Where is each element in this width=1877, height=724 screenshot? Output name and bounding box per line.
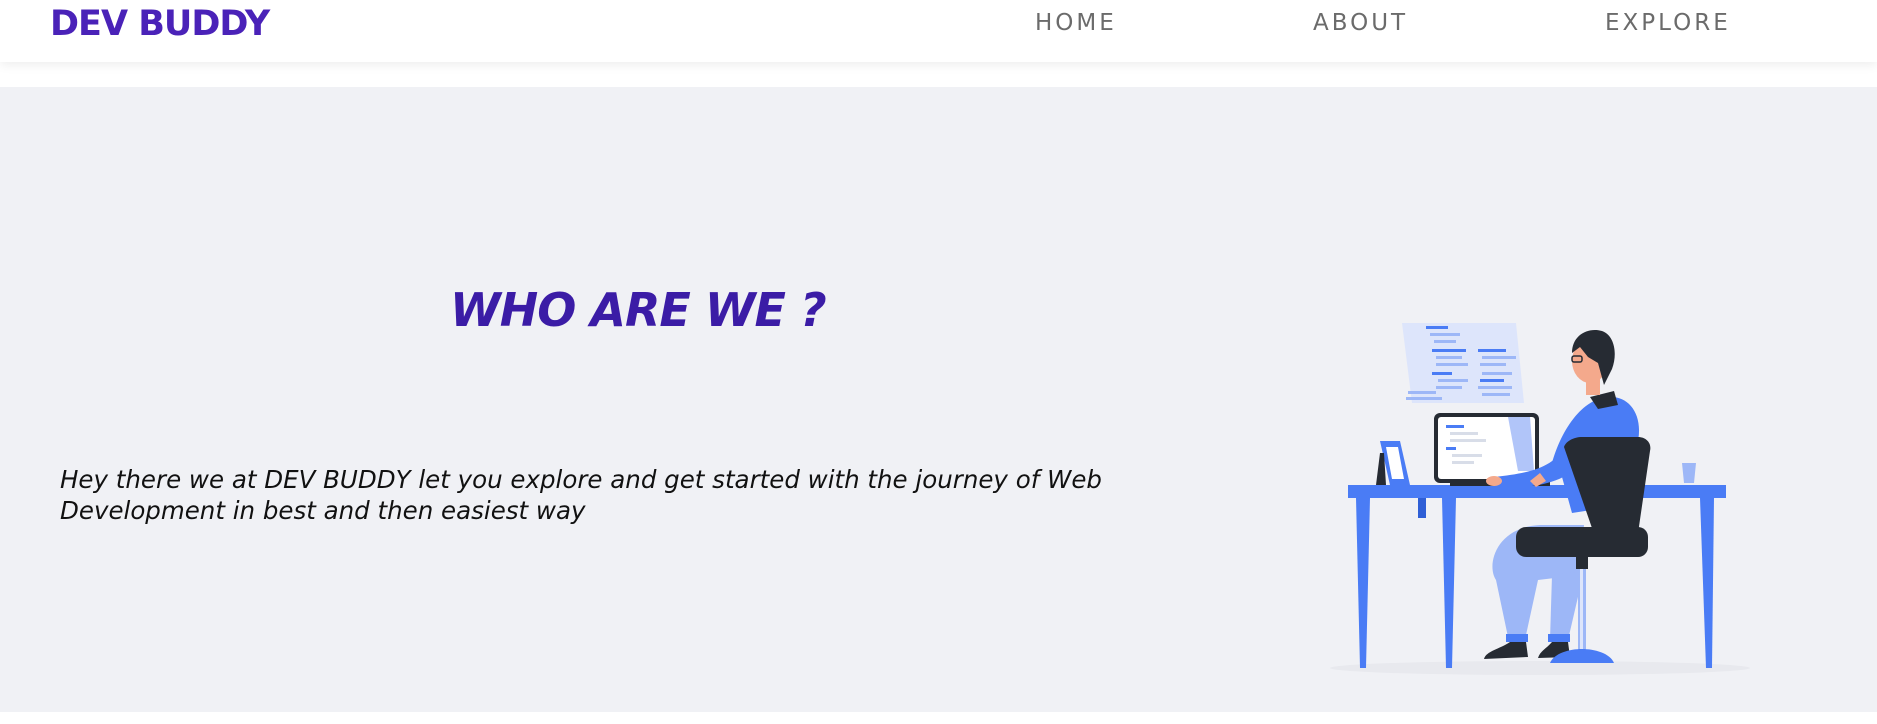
code-panels-decoration	[1402, 323, 1524, 403]
nav-link-explore[interactable]: EXPLORE	[1605, 10, 1731, 36]
top-navbar: DEV BUDDY HOME ABOUT EXPLORE	[0, 0, 1877, 62]
hero-description: Hey there we at DEV BUDDY let you explor…	[60, 465, 1102, 525]
floor-shadow	[1330, 661, 1750, 675]
photo-frame	[1376, 441, 1410, 485]
hero-title: WHO ARE WE ?	[450, 283, 827, 337]
brand-logo[interactable]: DEV BUDDY	[50, 4, 270, 44]
hero-section: WHO ARE WE ? Hey there we at DEV BUDDY l…	[0, 87, 1877, 712]
cup	[1682, 463, 1696, 483]
nav-link-about[interactable]: ABOUT	[1313, 10, 1408, 36]
nav-link-home[interactable]: HOME	[1035, 10, 1117, 36]
developer-at-desk-illustration	[1330, 323, 1750, 675]
